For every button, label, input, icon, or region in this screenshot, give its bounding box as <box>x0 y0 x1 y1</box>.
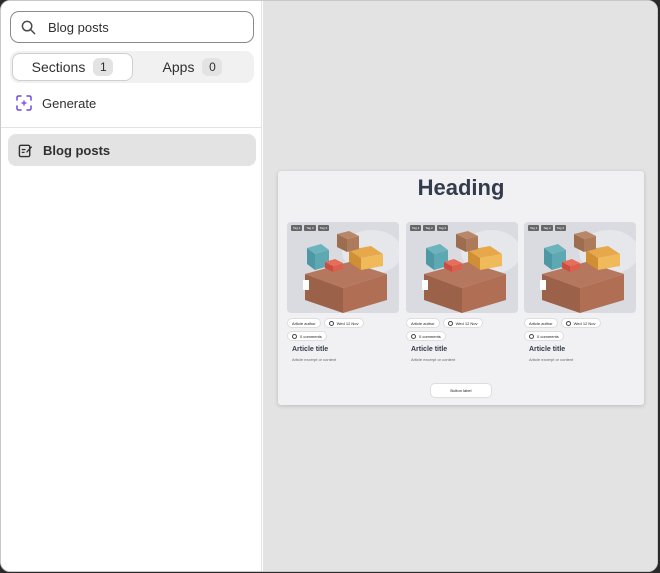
post-date-text: Wed 12 Nov <box>455 320 478 326</box>
clock-icon <box>447 320 453 326</box>
boxes-illustration <box>303 230 399 313</box>
post-image: Tag 1 Tag 2 Tag 3 <box>524 222 636 313</box>
post-excerpt: Article excerpt or content <box>529 357 574 362</box>
boxes-illustration <box>540 230 636 313</box>
post-date: Wed 12 Nov <box>560 318 601 328</box>
tab-sections[interactable]: Sections 1 <box>12 53 133 81</box>
search-input[interactable] <box>48 19 238 35</box>
tab-apps-label: Apps <box>162 59 195 75</box>
post-comments-text: 0 comments <box>300 333 322 339</box>
post-title: Article title <box>292 346 329 353</box>
post-author: Article author <box>524 318 558 328</box>
comment-icon <box>529 333 534 339</box>
post-date: Wed 12 Nov <box>442 318 483 328</box>
boxes-illustration <box>422 230 518 313</box>
preview-area: Heading Tag 1 Tag 2 Tag 3 Article author… <box>263 1 658 571</box>
blog-post-card[interactable]: Tag 1 Tag 2 Tag 3 Article author Wed 12 … <box>287 222 399 362</box>
post-title: Article title <box>411 346 448 353</box>
post-meta-2: 0 comments <box>287 331 399 341</box>
tab-bar: Sections 1 Apps 0 <box>10 51 254 83</box>
sidebar: Sections 1 Apps 0 Generate Blog p <box>1 1 262 571</box>
post-meta: Article author Wed 12 Nov <box>287 318 399 328</box>
app-window: Sections 1 Apps 0 Generate Blog p <box>0 0 658 572</box>
post-comments: 0 comments <box>406 331 446 341</box>
post-image: Tag 1 Tag 2 Tag 3 <box>406 222 518 313</box>
generate-label: Generate <box>42 95 97 111</box>
post-author: Article author <box>287 318 321 328</box>
tab-apps-count: 0 <box>202 58 223 76</box>
comment-icon <box>411 333 416 339</box>
post-author: Article author <box>406 318 440 328</box>
window-edge <box>657 93 658 453</box>
post-meta-2: 0 comments <box>524 331 636 341</box>
divider <box>1 127 262 128</box>
result-item-blog-posts[interactable]: Blog posts <box>8 134 256 166</box>
clock-icon <box>565 320 571 326</box>
post-image: Tag 1 Tag 2 Tag 3 <box>287 222 399 313</box>
blog-post-card[interactable]: Tag 1 Tag 2 Tag 3 Article author Wed 12 … <box>406 222 518 362</box>
post-title: Article title <box>529 346 566 353</box>
post-date-text: Wed 12 Nov <box>573 320 596 326</box>
preview-heading: Heading <box>417 175 505 200</box>
post-comments-text: 0 comments <box>537 333 559 339</box>
tab-sections-label: Sections <box>31 59 86 75</box>
section-preview[interactable]: Heading Tag 1 Tag 2 Tag 3 Article author… <box>278 171 644 405</box>
post-meta: Article author Wed 12 Nov <box>406 318 518 328</box>
post-comments-text: 0 comments <box>419 333 441 339</box>
search-box[interactable] <box>10 11 254 43</box>
clock-icon <box>328 320 334 326</box>
comment-icon <box>292 333 297 339</box>
search-icon <box>21 20 36 34</box>
post-meta-2: 0 comments <box>406 331 518 341</box>
sparkle-icon <box>16 95 32 111</box>
blog-post-card[interactable]: Tag 1 Tag 2 Tag 3 Article author Wed 12 … <box>524 222 636 362</box>
edit-note-icon <box>18 144 33 157</box>
generate-button[interactable]: Generate <box>16 95 96 111</box>
preview-button[interactable]: Button label <box>430 383 492 398</box>
post-excerpt: Article excerpt or content <box>411 357 456 362</box>
tab-apps[interactable]: Apps 0 <box>133 53 252 81</box>
post-excerpt: Article excerpt or content <box>292 357 337 362</box>
post-meta: Article author Wed 12 Nov <box>524 318 636 328</box>
post-date-text: Wed 12 Nov <box>336 320 359 326</box>
tab-sections-count: 1 <box>93 58 114 76</box>
post-comments: 0 comments <box>287 331 327 341</box>
post-comments: 0 comments <box>524 331 564 341</box>
post-date: Wed 12 Nov <box>323 318 364 328</box>
result-item-label: Blog posts <box>43 142 111 158</box>
